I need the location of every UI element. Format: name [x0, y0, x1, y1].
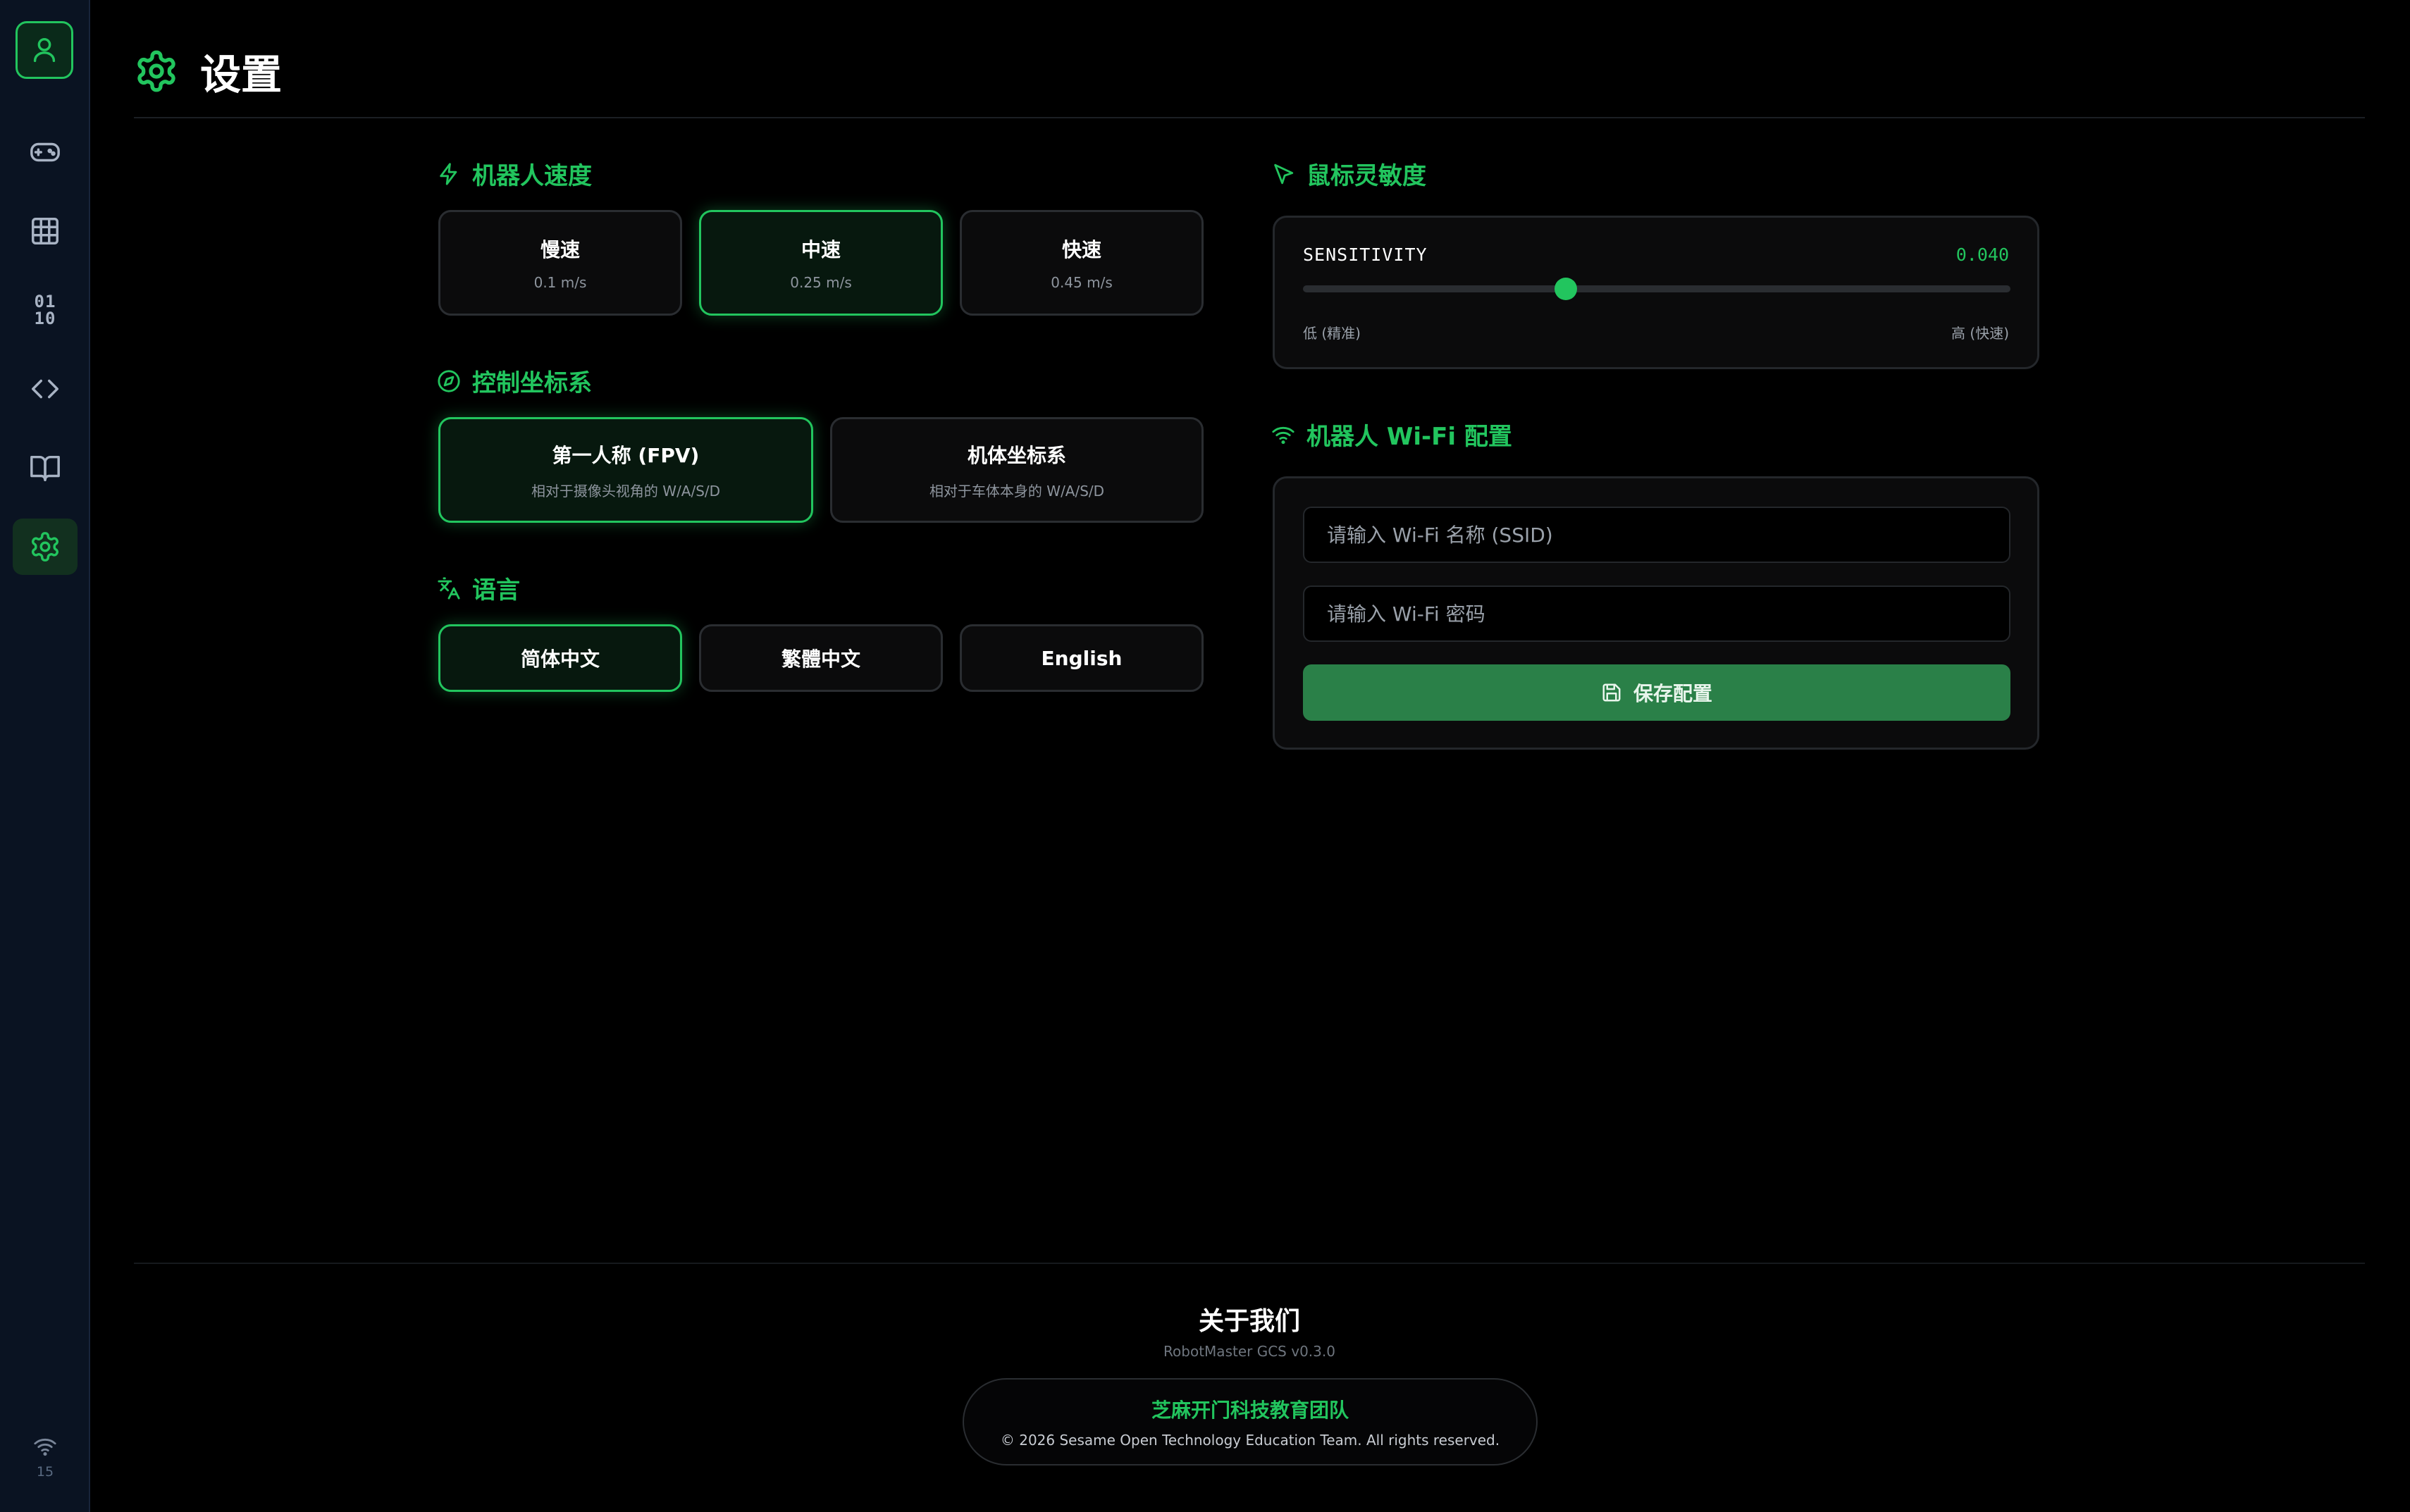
- gamepad-icon: [30, 142, 60, 162]
- wifi-card: 保存配置: [1273, 476, 2039, 750]
- speed-option-label: 慢速: [540, 238, 580, 261]
- language-option-label: 简体中文: [520, 647, 600, 671]
- binary-icon: 01 10: [34, 292, 56, 328]
- footer-divider: [134, 1263, 2365, 1264]
- speed-option-medium[interactable]: 中速 0.25 m/s: [699, 210, 943, 316]
- header-divider: [134, 117, 2365, 118]
- lightning-icon: [440, 162, 457, 185]
- speed-option-label: 中速: [801, 238, 841, 261]
- compass-icon: [438, 369, 460, 392]
- page-header: 设置: [134, 39, 282, 103]
- cursor-icon: [1274, 163, 1294, 184]
- sidebar-item-controller[interactable]: [13, 124, 78, 180]
- speed-option-value: 0.25 m/s: [790, 274, 852, 291]
- gear-icon: [137, 50, 175, 92]
- sensitivity-label: SENSITIVITY: [1303, 244, 1428, 265]
- password-input[interactable]: [1303, 585, 2010, 642]
- sidebar: 01 10 15: [0, 0, 90, 1512]
- page-title: 设置: [200, 51, 283, 99]
- wifi-title-text: 机器人 Wi-Fi 配置: [1306, 423, 1512, 451]
- mouse-title-text: 鼠标灵敏度: [1306, 162, 1426, 190]
- language-title-text: 语言: [472, 576, 520, 605]
- about-title: 关于我们: [1198, 1307, 1300, 1336]
- coordinate-option-desc: 相对于车体本身的 W/A/S/D: [929, 482, 1105, 500]
- save-button-label: 保存配置: [1633, 683, 1712, 705]
- translate-icon: [438, 576, 460, 600]
- range-high-label: 高 (快速): [1951, 325, 2009, 342]
- speed-option-slow[interactable]: 慢速 0.1 m/s: [438, 210, 682, 316]
- slider-thumb[interactable]: [1555, 278, 1578, 300]
- speed-option-value: 0.1 m/s: [533, 274, 587, 291]
- coordinate-option-fpv[interactable]: 第一人称 (FPV) 相对于摄像头视角的 W/A/S/D: [438, 417, 813, 523]
- language-option-english[interactable]: English: [960, 624, 1204, 692]
- version-text: RobotMaster GCS v0.3.0: [1163, 1343, 1335, 1360]
- sensitivity-slider[interactable]: [1303, 278, 2010, 300]
- signal-count: 15: [36, 1464, 54, 1480]
- language-option-label: 繁體中文: [781, 647, 860, 671]
- wifi-section-title: 机器人 Wi-Fi 配置: [1271, 417, 1512, 452]
- coordinate-option-label: 第一人称 (FPV): [552, 443, 700, 467]
- coordinate-section-title: 控制坐标系: [437, 364, 592, 398]
- wifi-icon: [34, 1438, 56, 1456]
- language-section-title: 语言: [437, 571, 520, 605]
- wifi-icon: [1272, 426, 1294, 444]
- sensitivity-card: SENSITIVITY 0.040 低 (精准) 高 (快速): [1273, 216, 2039, 369]
- save-config-button[interactable]: 保存配置: [1303, 664, 2010, 721]
- user-icon: [33, 37, 56, 63]
- coordinate-option-label: 机体坐标系: [967, 443, 1066, 467]
- coordinate-option-body[interactable]: 机体坐标系 相对于车体本身的 W/A/S/D: [830, 417, 1204, 523]
- book-icon: [30, 455, 60, 481]
- speed-option-fast[interactable]: 快速 0.45 m/s: [960, 210, 1204, 316]
- language-option-simplified[interactable]: 简体中文: [438, 624, 682, 692]
- speed-option-value: 0.45 m/s: [1051, 274, 1113, 291]
- language-option-label: English: [1041, 646, 1123, 670]
- sidebar-item-grid[interactable]: [13, 203, 78, 259]
- language-option-traditional[interactable]: 繁體中文: [699, 624, 943, 692]
- ssid-input[interactable]: [1303, 507, 2010, 563]
- coordinate-title-text: 控制坐标系: [472, 369, 592, 397]
- team-badge: 芝麻开门科技教育团队 © 2026 Sesame Open Technology…: [963, 1378, 1538, 1465]
- sidebar-item-settings[interactable]: [13, 519, 78, 575]
- sidebar-item-docs[interactable]: [13, 440, 78, 496]
- profile-button[interactable]: [16, 21, 73, 79]
- grid-icon: [32, 218, 58, 244]
- team-name: 芝麻开门科技教育团队: [1151, 1399, 1349, 1422]
- save-icon: [1602, 683, 1621, 702]
- speed-section-title: 机器人速度: [437, 156, 592, 191]
- sidebar-item-binary[interactable]: 01 10: [13, 282, 78, 338]
- sensitivity-value: 0.040: [1955, 244, 2009, 265]
- sidebar-item-code[interactable]: [13, 361, 78, 417]
- connection-status: 15: [0, 1434, 90, 1480]
- code-icon: [32, 379, 58, 399]
- range-low-label: 低 (精准): [1303, 325, 1361, 342]
- speed-option-label: 快速: [1061, 238, 1101, 261]
- mouse-section-title: 鼠标灵敏度: [1271, 156, 1426, 191]
- gear-icon: [32, 532, 58, 562]
- copyright-text: © 2026 Sesame Open Technology Education …: [1000, 1432, 1500, 1449]
- coordinate-option-desc: 相对于摄像头视角的 W/A/S/D: [531, 482, 721, 500]
- speed-title-text: 机器人速度: [472, 162, 592, 190]
